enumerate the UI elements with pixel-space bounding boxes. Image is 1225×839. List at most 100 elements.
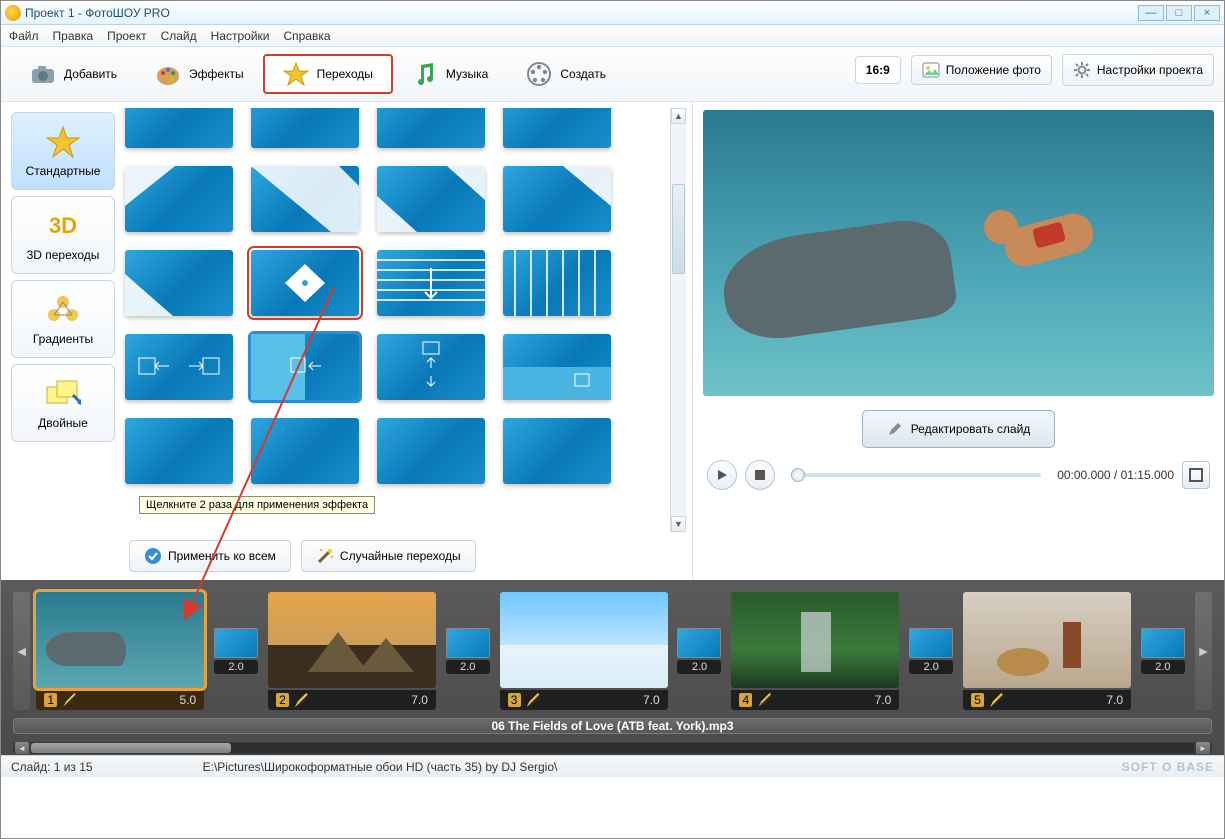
palette-icon [155,61,181,87]
status-bar: Слайд: 1 из 15 E:\Pictures\Широкоформатн… [1,755,1224,777]
menu-bar: Файл Правка Проект Слайд Настройки Справ… [1,25,1224,47]
transition-thumb[interactable] [377,250,485,316]
transition-chip[interactable]: 2.0 [905,628,957,674]
transition-duration: 2.0 [446,660,490,674]
transition-thumb[interactable] [125,250,233,316]
menu-edit[interactable]: Правка [53,29,94,43]
transition-thumb[interactable] [503,250,611,316]
hscroll-right[interactable]: ► [1196,742,1210,754]
slide-card-3[interactable]: 37.0 [500,592,668,710]
project-settings-label: Настройки проекта [1097,63,1203,77]
hscroll-left[interactable]: ◄ [15,742,29,754]
category-3d-label: 3D переходы [27,248,100,262]
transition-thumb[interactable] [503,108,611,148]
hscroll-thumb[interactable] [31,743,231,753]
watermark-logo: SOFT O BASE [1122,760,1214,774]
transition-duration: 2.0 [677,660,721,674]
tab-add-label: Добавить [64,67,117,81]
slide-duration: 7.0 [1106,693,1123,707]
transition-thumb[interactable] [125,418,233,484]
minimize-button[interactable]: — [1138,5,1164,21]
slide-card-2[interactable]: 27.0 [268,592,436,710]
transition-duration: 2.0 [214,660,258,674]
random-transitions-button[interactable]: Случайные переходы [301,540,476,572]
slide-number: 3 [508,693,521,707]
tab-music[interactable]: Музыка [393,54,507,94]
play-button[interactable] [707,460,737,490]
tab-create[interactable]: Создать [507,54,625,94]
scroll-thumb[interactable] [672,184,685,274]
scroll-down-button[interactable]: ▼ [671,516,686,532]
apply-all-button[interactable]: Применить ко всем [129,540,291,572]
close-button[interactable]: × [1194,5,1220,21]
app-icon [5,5,21,21]
apply-all-label: Применить ко всем [168,549,276,563]
transition-thumb[interactable] [251,418,359,484]
slide-number: 4 [739,693,752,707]
stop-button[interactable] [745,460,775,490]
timeline-hscroll[interactable]: ◄ ► [13,742,1212,754]
project-settings-button[interactable]: Настройки проекта [1062,54,1214,86]
transition-thumb[interactable] [377,334,485,400]
transition-thumb[interactable] [377,418,485,484]
scroll-up-button[interactable]: ▲ [671,108,686,124]
pencil-icon [295,693,309,707]
maximize-button[interactable]: □ [1166,5,1192,21]
transition-thumb[interactable] [251,108,359,148]
workspace: Стандартные 3D 3D переходы Градиенты Дво… [1,102,1224,580]
menu-project[interactable]: Проект [107,29,147,43]
gear-icon [1073,61,1091,79]
menu-settings[interactable]: Настройки [211,29,270,43]
tab-add[interactable]: Добавить [11,54,136,94]
tab-transitions[interactable]: Переходы [263,54,393,94]
transition-thumb[interactable] [377,166,485,232]
slide-card-4[interactable]: 47.0 [731,592,899,710]
slide-card-1[interactable]: 15.0 [36,592,204,710]
transition-thumb-hover[interactable] [251,334,359,400]
star-icon [45,124,81,160]
category-double[interactable]: Двойные [11,364,115,442]
pencil-icon [887,421,903,437]
category-standard-label: Стандартные [26,164,101,178]
slide-card-5[interactable]: 57.0 [963,592,1131,710]
transition-thumb[interactable] [503,334,611,400]
tab-effects[interactable]: Эффекты [136,54,263,94]
transition-thumb[interactable] [251,166,359,232]
strip-next-button[interactable]: ► [1195,592,1212,710]
timeline-scrubber[interactable] [791,473,1041,477]
transition-chip[interactable]: 2.0 [1137,628,1189,674]
aspect-ratio-button[interactable]: 16:9 [855,56,901,84]
transitions-scrollbar[interactable]: ▲ ▼ [670,108,686,532]
category-list: Стандартные 3D 3D переходы Градиенты Дво… [7,108,119,532]
transition-chip[interactable]: 2.0 [442,628,494,674]
photo-position-label: Положение фото [946,63,1041,77]
menu-help[interactable]: Справка [283,29,330,43]
pencil-icon [527,693,541,707]
category-3d[interactable]: 3D 3D переходы [11,196,115,274]
transition-thumb[interactable] [125,334,233,400]
menu-file[interactable]: Файл [9,29,39,43]
transition-chip[interactable]: 2.0 [210,628,262,674]
transition-thumb-selected[interactable] [251,250,359,316]
category-standard[interactable]: Стандартные [11,112,115,190]
strip-prev-button[interactable]: ◄ [13,592,30,710]
slide-number: 2 [276,693,289,707]
scrubber-knob[interactable] [791,468,805,482]
edit-slide-button[interactable]: Редактировать слайд [862,410,1056,448]
pencil-icon [758,693,772,707]
transition-thumb[interactable] [125,166,233,232]
photo-position-button[interactable]: Положение фото [911,55,1052,85]
hscroll-track[interactable] [31,743,1194,753]
transition-thumb[interactable] [125,108,233,148]
transition-actions: Применить ко всем Случайные переходы [7,532,686,574]
fullscreen-button[interactable] [1182,461,1210,489]
scroll-track[interactable] [671,124,686,516]
category-gradients[interactable]: Градиенты [11,280,115,358]
menu-slide[interactable]: Слайд [161,29,197,43]
transition-thumb[interactable] [503,166,611,232]
transition-chip[interactable]: 2.0 [674,628,726,674]
wand-icon [316,547,334,565]
transition-thumb[interactable] [377,108,485,148]
audio-track[interactable]: 06 The Fields of Love (ATB feat. York).m… [13,718,1212,734]
transition-thumb[interactable] [503,418,611,484]
